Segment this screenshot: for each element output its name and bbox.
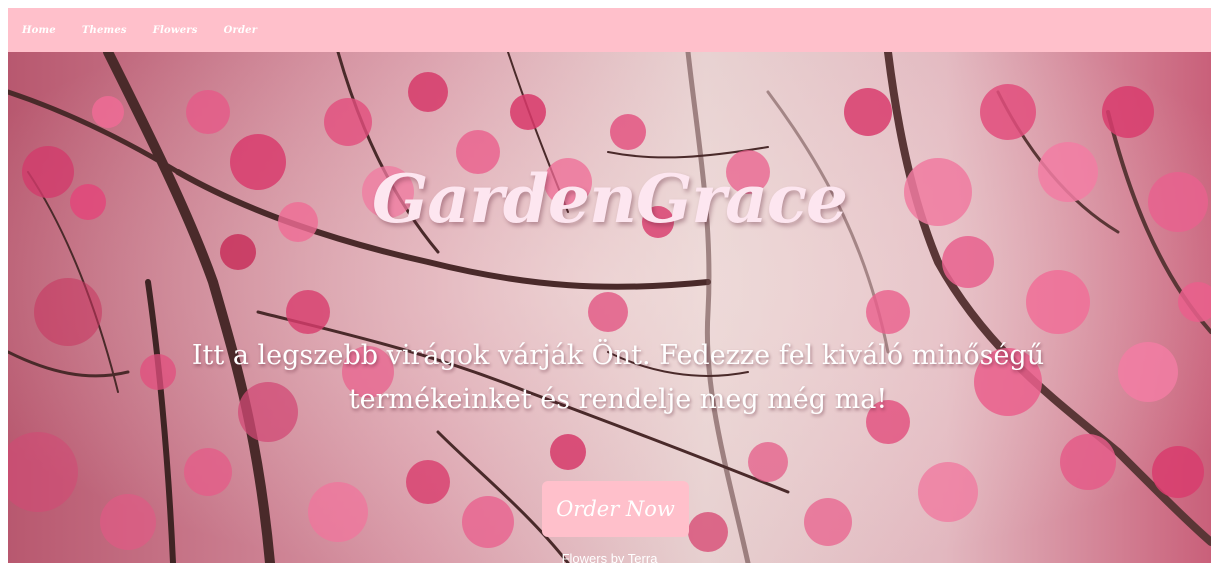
- page: Home Themes Flowers Order GardenGrace It…: [8, 8, 1211, 563]
- hero-section: GardenGrace Itt a legszebb virágok várjá…: [8, 52, 1211, 563]
- tagline-line-2: termékeinket és rendelje meg még ma!: [348, 384, 888, 415]
- nav-link-order[interactable]: Order: [224, 25, 258, 36]
- nav-link-home[interactable]: Home: [22, 25, 56, 36]
- brand-title: GardenGrace: [371, 160, 848, 238]
- tagline-line-1: Itt a legszebb virágok várják Önt. Fedez…: [191, 340, 1045, 371]
- nav-link-themes[interactable]: Themes: [82, 25, 127, 36]
- nav-link-flowers[interactable]: Flowers: [153, 25, 198, 36]
- order-now-button[interactable]: Order Now: [542, 481, 689, 537]
- footer-credit: Flowers by Terra: [561, 551, 658, 563]
- hero-tagline: Itt a legszebb virágok várják Önt. Fedez…: [178, 334, 1058, 422]
- top-navbar: Home Themes Flowers Order: [8, 8, 1211, 52]
